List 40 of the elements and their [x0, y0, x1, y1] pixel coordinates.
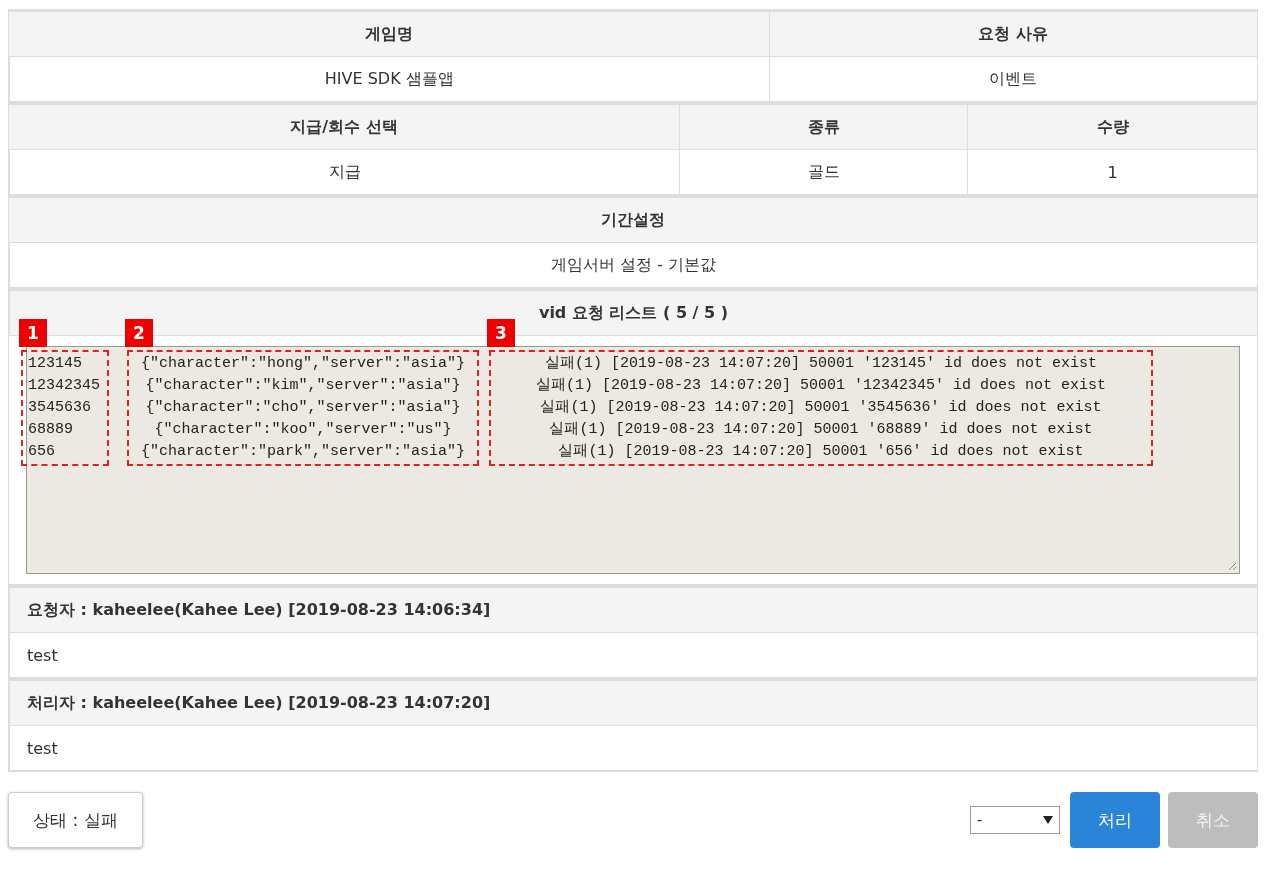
text-line: {"character":"cho","server":"asia"}	[144, 398, 462, 418]
caret-icon	[1043, 816, 1053, 824]
number-badge: 3	[487, 319, 515, 347]
table-cell: 이벤트	[768, 57, 1257, 102]
text-line: 실패(1) [2019-08-23 14:07:20] 50001 '12342345' id does not exist	[534, 376, 1108, 396]
text-line: 실패(1) [2019-08-23 14:07:20] 50001 '3545636' id does not exist	[539, 398, 1103, 418]
text-line: 68889	[28, 420, 74, 440]
text-line: {"character":"kim","server":"asia"}	[144, 376, 462, 396]
status-button[interactable]: 상태 : 실패	[8, 792, 143, 848]
text-line: 실패(1) [2019-08-23 14:07:20] 50001 '123145' id does not exist	[543, 354, 1099, 374]
process-button[interactable]: 처리	[1070, 792, 1160, 848]
column-header: 수량	[967, 105, 1257, 150]
column-header: 종류	[679, 105, 968, 150]
text-line: {"character":"hong","server":"asia"}	[139, 354, 467, 374]
dropdown[interactable]: -	[970, 806, 1060, 834]
comment-text: test	[9, 633, 1257, 678]
column-header: 기간설정	[9, 198, 1257, 243]
table-cell: HIVE SDK 샘플앱	[9, 57, 769, 102]
table-cell: 골드	[679, 150, 968, 195]
table-cell: 1	[967, 150, 1257, 195]
comment-header: 요청자 : kaheelee(Kahee Lee) [2019-08-23 14:06:34]	[9, 588, 1257, 633]
text-line: 12342345	[28, 376, 101, 396]
text-line: {"character":"koo","server":"us"}	[153, 420, 453, 440]
column-header: 게임명	[9, 12, 769, 57]
comment-header: 처리자 : kaheelee(Kahee Lee) [2019-08-23 14:07:20]	[9, 681, 1257, 726]
text-line: 656	[28, 442, 56, 462]
text-line: 3545636	[28, 398, 92, 418]
comment-text: test	[9, 726, 1257, 771]
table-cell: 지급	[9, 150, 680, 195]
number-badge: 2	[125, 319, 153, 347]
column-header: 요청 사유	[768, 12, 1257, 57]
resize-grip-icon[interactable]	[1227, 561, 1237, 571]
text-line: 123145	[28, 354, 83, 374]
dropdown-value: -	[977, 811, 983, 829]
number-badge: 1	[19, 319, 47, 347]
text-line: 실패(1) [2019-08-23 14:07:20] 50001 '656' id does not exist	[557, 442, 1085, 462]
text-line: {"character":"park","server":"asia"}	[139, 442, 467, 462]
table-cell: 게임서버 설정 - 기본값	[9, 243, 1257, 288]
text-line: 실패(1) [2019-08-23 14:07:20] 50001 '68889' id does not exist	[548, 420, 1094, 440]
column-header: 지급/회수 선택	[9, 105, 680, 150]
